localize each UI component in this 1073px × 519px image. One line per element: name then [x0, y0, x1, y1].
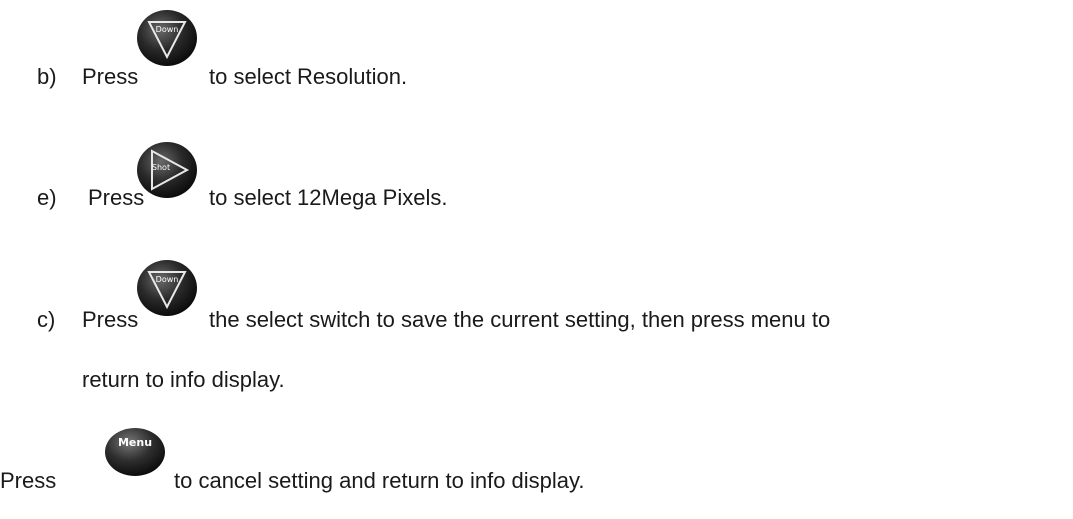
step-marker: c)	[37, 307, 56, 332]
step-text: to select 12Mega Pixels.	[209, 185, 448, 210]
press-label: Press	[82, 64, 139, 89]
step-marker: b)	[37, 64, 57, 89]
svg-text:Down: Down	[156, 275, 179, 284]
svg-text:Shot: Shot	[152, 163, 170, 172]
svg-text:Down: Down	[156, 25, 179, 34]
down-button-icon: Down	[135, 5, 199, 69]
note-text: to cancel setting and return to info dis…	[174, 468, 585, 493]
step-text: return to info display.	[82, 367, 285, 392]
press-label: Press	[82, 307, 139, 332]
step-marker: e)	[37, 185, 57, 210]
step-text: the select switch to save the current se…	[209, 307, 831, 332]
press-label: Press	[88, 185, 145, 210]
press-label: Press	[0, 468, 57, 493]
svg-text:Menu: Menu	[118, 436, 152, 449]
menu-button-icon: Menu	[103, 416, 167, 480]
down-button-icon: Down	[135, 255, 199, 319]
step-text: to select Resolution.	[209, 64, 408, 89]
shot-button-icon: Shot	[135, 137, 199, 201]
